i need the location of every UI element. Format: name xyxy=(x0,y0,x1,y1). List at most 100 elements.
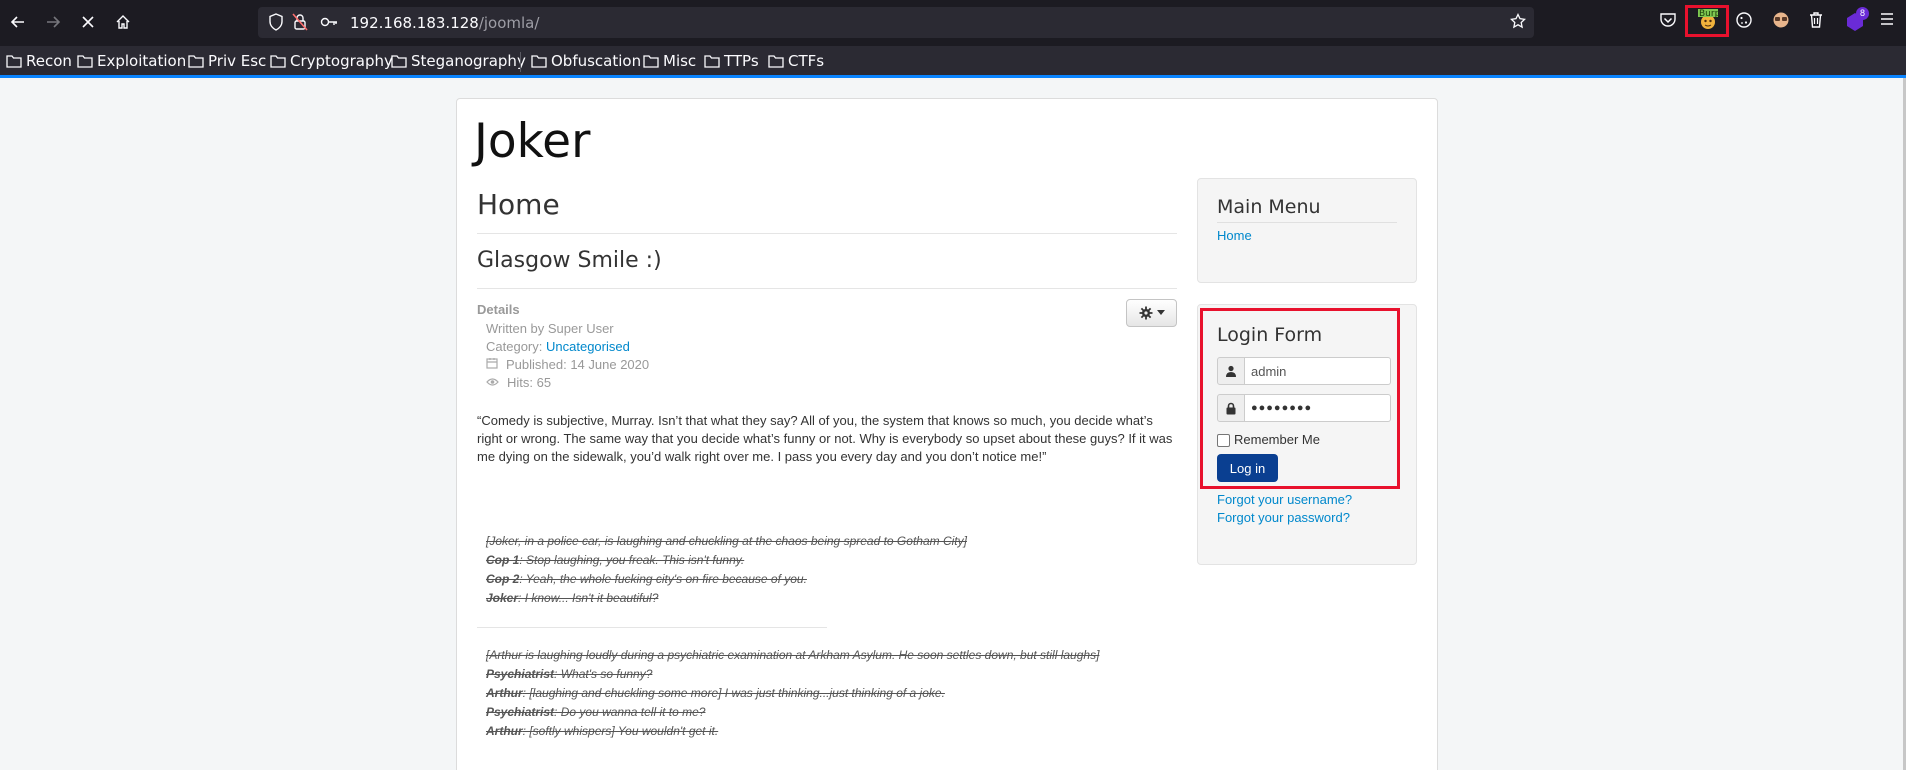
folder-icon xyxy=(643,55,659,68)
gear-icon xyxy=(1139,306,1152,320)
bookmark-label: Priv Esc xyxy=(208,52,267,70)
divider xyxy=(477,233,1177,234)
dialog-line: [Joker, in a police car, is laughing and… xyxy=(486,534,967,548)
bookmark-recon[interactable]: Recon xyxy=(6,51,72,71)
forward-arrow-icon xyxy=(47,16,61,28)
folder-icon xyxy=(391,55,407,68)
hits-text: Hits: 65 xyxy=(507,375,552,390)
bookmark-cryptography[interactable]: Cryptography xyxy=(270,51,393,71)
close-icon xyxy=(82,16,94,28)
author-text: Written by Super User xyxy=(486,321,614,336)
dialog-line: Joker: I know... Isn't it beautiful? xyxy=(486,591,658,605)
dialog-speaker: Joker xyxy=(486,591,519,605)
trash-icon[interactable] xyxy=(1808,11,1830,33)
dialog-text: : I know... Isn't it beautiful? xyxy=(518,591,659,605)
bookmark-label: Obfuscation xyxy=(551,52,642,70)
article-hits: Hits: 65 xyxy=(486,375,551,390)
article-category: Category: Uncategorised xyxy=(486,339,630,354)
home-button[interactable] xyxy=(108,9,138,37)
stop-button[interactable] xyxy=(73,9,103,37)
burp-highlight-box xyxy=(1685,5,1729,37)
dialog-speaker: Arthur xyxy=(486,724,523,738)
article-tools-button[interactable] xyxy=(1126,299,1177,327)
home-icon xyxy=(116,15,130,29)
folder-icon xyxy=(77,55,93,68)
shield-icon[interactable] xyxy=(268,13,284,36)
address-bar[interactable]: 192.168.183.128/joomla/ xyxy=(258,7,1534,38)
dialog-line: Arthur: [softly whispers] You wouldn't g… xyxy=(486,724,718,738)
bookmark-label: Misc xyxy=(663,52,697,70)
dialog-line: Psychiatrist: What's so funny? xyxy=(486,667,652,681)
dialog-speaker: Arthur xyxy=(486,686,523,700)
divider xyxy=(1217,222,1397,223)
divider xyxy=(477,288,1177,289)
published-text: Published: 14 June 2020 xyxy=(506,357,650,372)
dialog-text: : What's so funny? xyxy=(554,667,653,681)
details-label: Details xyxy=(477,302,520,317)
forward-button[interactable] xyxy=(38,9,68,37)
article-author: Written by Super User xyxy=(486,321,614,336)
bookmark-label: CTFs xyxy=(788,52,825,70)
folder-icon xyxy=(6,55,22,68)
folder-icon xyxy=(704,55,720,68)
dialog-speaker: Cop 1 xyxy=(486,553,520,567)
dialog-text: : Stop laughing, you freak. This isn't f… xyxy=(519,553,745,567)
dialog-line: Cop 1: Stop laughing, you freak. This is… xyxy=(486,553,744,567)
forgot-password-link[interactable]: Forgot your password? xyxy=(1217,510,1350,525)
dialog-text: : [laughing and chuckling some more] I w… xyxy=(522,686,945,700)
bookmark-steganography[interactable]: Steganography xyxy=(391,51,526,71)
cookie-icon[interactable] xyxy=(1735,11,1757,33)
bookmark-label: Recon xyxy=(26,52,72,70)
calendar-icon xyxy=(486,357,498,372)
article-quote: “Comedy is subjective, Murray. Isn’t tha… xyxy=(477,413,1173,464)
folder-icon xyxy=(531,55,547,68)
browser-toolbar: 192.168.183.128/joomla/ Burp 8 xyxy=(0,0,1906,46)
url-path: /joomla/ xyxy=(478,14,540,32)
pocket-icon[interactable] xyxy=(1659,11,1681,33)
dialog-text: : Do you wanna tell it to me? xyxy=(554,705,706,719)
page-heading: Home xyxy=(477,188,560,221)
bookmark-exploitation[interactable]: Exploitation xyxy=(77,51,186,71)
dialog-text: : [softly whispers] You wouldn't get it. xyxy=(522,724,719,738)
bookmark-star-icon[interactable] xyxy=(1509,12,1527,34)
insecure-lock-icon[interactable] xyxy=(292,13,308,36)
divider xyxy=(477,627,827,628)
folder-icon xyxy=(270,55,286,68)
bookmark-label: Cryptography xyxy=(290,52,393,70)
folder-icon xyxy=(768,55,784,68)
bookmark-label: Exploitation xyxy=(97,52,187,70)
dialog-text: [Arthur is laughing loudly during a psyc… xyxy=(486,648,1100,662)
bookmark-obfuscation[interactable]: Obfuscation xyxy=(531,51,641,71)
caret-down-icon xyxy=(1156,310,1165,315)
bookmarks-separator xyxy=(520,52,521,72)
category-prefix: Category: xyxy=(486,339,543,354)
dialog-speaker: Psychiatrist xyxy=(486,667,555,681)
menu-icon[interactable] xyxy=(1879,11,1901,33)
eye-icon xyxy=(486,375,499,390)
back-button[interactable] xyxy=(3,9,33,37)
bookmark-ttps[interactable]: TTPs xyxy=(704,51,759,71)
url-text: 192.168.183.128/joomla/ xyxy=(350,14,539,32)
category-link[interactable]: Uncategorised xyxy=(546,339,630,354)
main-menu-title: Main Menu xyxy=(1217,196,1321,218)
bookmark-label: TTPs xyxy=(724,52,759,70)
dialog-line: [Arthur is laughing loudly during a psyc… xyxy=(486,648,1099,662)
fox-extension-icon[interactable] xyxy=(1771,11,1793,33)
bookmark-label: Steganography xyxy=(411,52,526,70)
dialog-line: Cop 2: Yeah, the whole fucking city's on… xyxy=(486,572,807,586)
dialog-line: Arthur: [laughing and chuckling some mor… xyxy=(486,686,945,700)
back-arrow-icon xyxy=(10,16,24,28)
key-icon[interactable] xyxy=(320,15,338,34)
bookmarks-toolbar: Recon Exploitation Priv Esc Cryptography… xyxy=(0,46,1906,76)
dialog-speaker: Psychiatrist xyxy=(486,705,555,719)
extension-badge: 8 xyxy=(1856,7,1869,20)
login-highlight-box xyxy=(1200,308,1400,489)
forgot-username-link[interactable]: Forgot your username? xyxy=(1217,492,1352,507)
bookmark-ctfs[interactable]: CTFs xyxy=(768,51,824,71)
bookmark-priv-esc[interactable]: Priv Esc xyxy=(188,51,266,71)
url-host: 192.168.183.128 xyxy=(350,14,479,32)
bookmark-misc[interactable]: Misc xyxy=(643,51,696,71)
dialog-text: : Yeah, the whole fucking city's on fire… xyxy=(519,572,807,586)
site-brand[interactable]: Joker xyxy=(474,114,590,169)
menu-item-home[interactable]: Home xyxy=(1217,228,1252,243)
